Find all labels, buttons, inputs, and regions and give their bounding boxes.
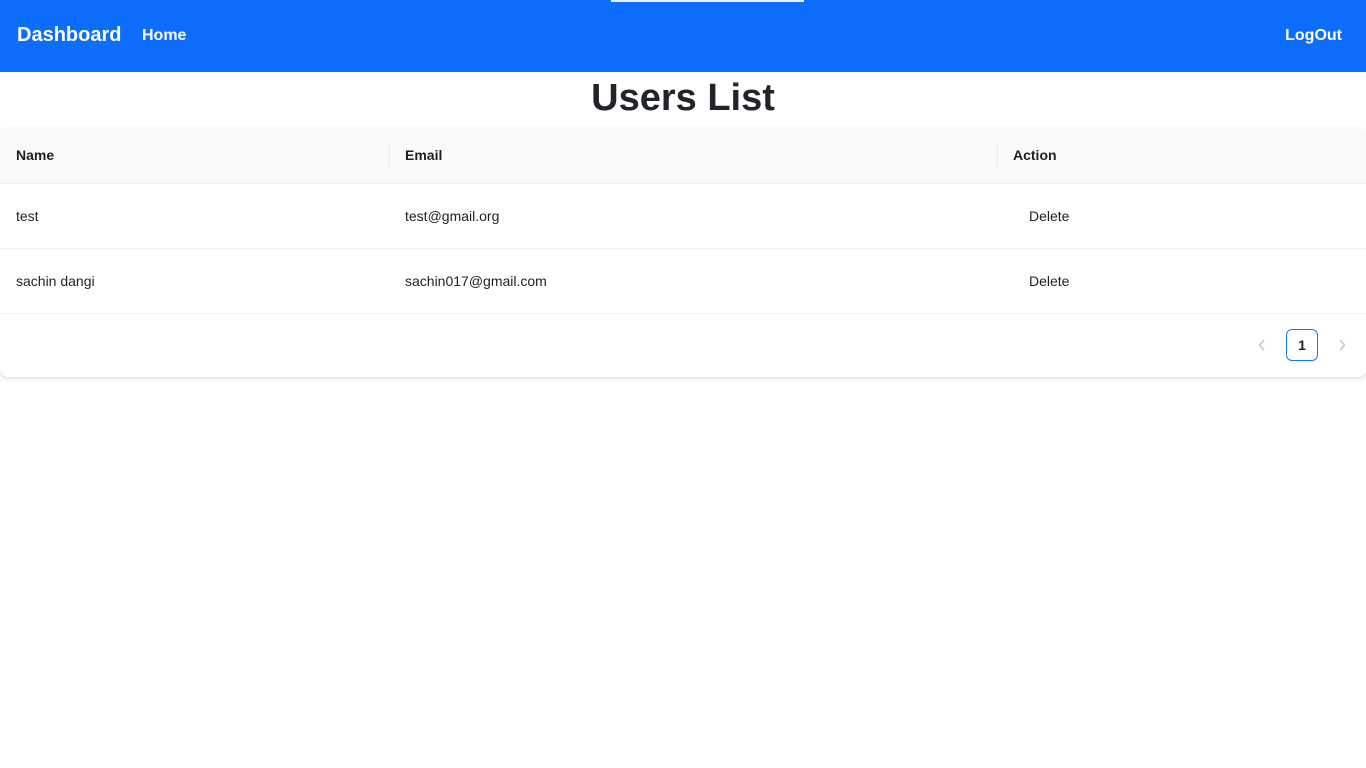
delete-button[interactable]: Delete (1013, 269, 1085, 293)
table-header-row: Name Email Action (0, 128, 1366, 184)
prev-page-button[interactable] (1246, 329, 1278, 361)
top-navbar: Dashboard Home LogOut (0, 0, 1366, 72)
table-row: sachin dangi sachin017@gmail.com Delete (0, 248, 1366, 314)
users-table-card: Name Email Action test test@gmail.org De… (0, 128, 1366, 377)
column-header-email: Email (389, 128, 997, 184)
column-separator (997, 144, 998, 166)
column-header-label: Email (405, 147, 443, 164)
cell-email: test@gmail.org (389, 183, 997, 249)
column-header-name: Name (0, 128, 389, 184)
column-separator (389, 144, 390, 166)
logout-link[interactable]: LogOut (1285, 27, 1342, 45)
table-row: test test@gmail.org Delete (0, 183, 1366, 249)
users-table: Name Email Action test test@gmail.org De… (0, 128, 1366, 314)
chevron-left-icon (1258, 339, 1265, 351)
column-header-action: Action (997, 128, 1366, 184)
cell-action: Delete (997, 183, 1366, 249)
cell-action: Delete (997, 248, 1366, 314)
brand-link[interactable]: Dashboard (17, 24, 121, 47)
nav-home-link[interactable]: Home (142, 27, 186, 45)
delete-button[interactable]: Delete (1013, 204, 1085, 228)
page-title: Users List (591, 77, 775, 119)
column-header-label: Name (16, 147, 55, 164)
table-header: Name Email Action (0, 128, 1366, 184)
top-indicator (611, 0, 804, 2)
pagination: 1 (1246, 329, 1358, 361)
cell-email: sachin017@gmail.com (389, 248, 997, 314)
chevron-right-icon (1339, 339, 1346, 351)
cell-name: test (0, 183, 389, 249)
page-number-button[interactable]: 1 (1286, 329, 1318, 361)
table-body: test test@gmail.org Delete sachin dangi … (0, 183, 1366, 314)
cell-name: sachin dangi (0, 248, 389, 314)
column-header-label: Action (1013, 147, 1057, 164)
next-page-button[interactable] (1326, 329, 1358, 361)
